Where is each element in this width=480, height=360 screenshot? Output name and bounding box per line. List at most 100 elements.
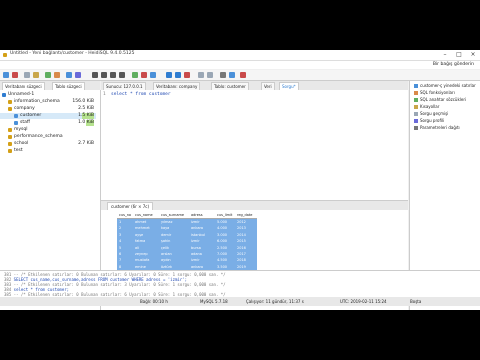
helper-item[interactable]: Sorgu profili: [414, 118, 444, 124]
helper-item[interactable]: Kısayollar: [414, 104, 439, 110]
table-cell[interactable]: kaya: [161, 225, 189, 231]
tree-node-selected[interactable]: customer 1.5 KiB: [0, 113, 96, 119]
paste-icon[interactable]: [33, 72, 39, 78]
column-header[interactable]: cus_name: [135, 212, 159, 218]
table-row[interactable]: 5 ali çelik bursa 2.500 2016: [117, 245, 257, 251]
table-row[interactable]: 6 zeynep arslan adana 7.000 2017: [117, 251, 257, 257]
export-icon[interactable]: [66, 72, 72, 78]
table-cell[interactable]: 6: [119, 251, 133, 257]
helper-item[interactable]: SQL fonksiyonları: [414, 90, 455, 96]
table-cell[interactable]: çelik: [161, 245, 189, 251]
delete-row-icon[interactable]: [141, 72, 147, 78]
tree-node[interactable]: company 2.5 KiB: [0, 106, 96, 112]
run-selection-icon[interactable]: [175, 72, 181, 78]
table-cell[interactable]: mustafa: [135, 257, 159, 263]
table-cell[interactable]: izmir: [191, 257, 215, 263]
table-cell[interactable]: 6.000: [217, 238, 235, 244]
table-cell[interactable]: bursa: [191, 245, 215, 251]
run-icon[interactable]: [166, 72, 172, 78]
table-cell[interactable]: ali: [135, 245, 159, 251]
table-cell[interactable]: 3: [119, 232, 133, 238]
tree-node[interactable]: Unnamed-1: [0, 92, 96, 98]
donate-link[interactable]: Bir bağış gönderin: [433, 62, 474, 67]
table-cell[interactable]: istanbul: [191, 232, 215, 238]
table-row[interactable]: 7 mustafa aydın izmir 4.500 2018: [117, 257, 257, 263]
table-cell[interactable]: 5.000: [217, 219, 235, 225]
table-row[interactable]: 2 mehmet kaya ankara 4.000 2013: [117, 225, 257, 231]
tree-node[interactable]: test: [0, 148, 96, 154]
table-cell[interactable]: öztürk: [161, 264, 189, 270]
table-cell[interactable]: 2015: [237, 238, 255, 244]
table-cell[interactable]: 3.500: [217, 264, 235, 270]
table-cell[interactable]: şahin: [161, 238, 189, 244]
table-cell[interactable]: yılmaz: [161, 219, 189, 225]
tree-node[interactable]: mysql: [0, 127, 96, 133]
table-cell[interactable]: zeynep: [135, 251, 159, 257]
table-cell[interactable]: ayşe: [135, 232, 159, 238]
table-cell[interactable]: izmir: [191, 238, 215, 244]
helper-item[interactable]: Sorgu geçmişi: [414, 111, 448, 117]
table-cell[interactable]: 1: [119, 219, 133, 225]
user-icon[interactable]: [54, 72, 60, 78]
maximize-icon[interactable]: □: [452, 50, 466, 60]
table-cell[interactable]: 7: [119, 257, 133, 263]
table-cell[interactable]: 2019: [237, 264, 255, 270]
tab-query[interactable]: Sorgu*: [279, 82, 299, 90]
next-icon[interactable]: [110, 72, 116, 78]
prev-icon[interactable]: [101, 72, 107, 78]
tree-node[interactable]: staff 1.0 KiB: [0, 120, 96, 126]
column-header[interactable]: cus_surname: [161, 212, 189, 218]
exit-icon[interactable]: [240, 72, 246, 78]
copy-icon[interactable]: [24, 72, 30, 78]
column-header[interactable]: cus_no: [119, 212, 133, 218]
table-cell[interactable]: 2013: [237, 225, 255, 231]
format-icon[interactable]: [198, 72, 204, 78]
tree-node[interactable]: school 2.7 KiB: [0, 141, 96, 147]
column-header[interactable]: reg_date: [237, 212, 255, 218]
refresh-icon[interactable]: [45, 72, 51, 78]
table-row[interactable]: 8 emine öztürk ankara 3.500 2019: [117, 264, 257, 270]
save-icon[interactable]: [150, 72, 156, 78]
table-cell[interactable]: 2016: [237, 245, 255, 251]
connect-icon[interactable]: [3, 72, 9, 78]
table-cell[interactable]: arslan: [161, 251, 189, 257]
table-cell[interactable]: 2: [119, 225, 133, 231]
column-header[interactable]: adress: [191, 212, 215, 218]
table-cell[interactable]: ankara: [191, 225, 215, 231]
table-cell[interactable]: aydın: [161, 257, 189, 263]
add-row-icon[interactable]: [132, 72, 138, 78]
stop-icon[interactable]: [184, 72, 190, 78]
table-cell[interactable]: demir: [161, 232, 189, 238]
column-header[interactable]: cus_limit: [217, 212, 235, 218]
sql-editor[interactable]: 1 select * from customer: [101, 90, 408, 201]
table-cell[interactable]: mehmet: [135, 225, 159, 231]
table-row[interactable]: 4 fatma şahin izmir 6.000 2015: [117, 238, 257, 244]
table-cell[interactable]: fatma: [135, 238, 159, 244]
tree-node[interactable]: performance_schema: [0, 134, 96, 140]
table-cell[interactable]: adana: [191, 251, 215, 257]
table-cell[interactable]: ankara: [191, 264, 215, 270]
table-cell[interactable]: 2017: [237, 251, 255, 257]
table-cell[interactable]: 8: [119, 264, 133, 270]
first-icon[interactable]: [92, 72, 98, 78]
disconnect-icon[interactable]: [12, 72, 18, 78]
search-icon[interactable]: [207, 72, 213, 78]
helper-item[interactable]: customer-ç yinedeki satırlar: [414, 83, 476, 89]
minimize-icon[interactable]: –: [438, 50, 452, 60]
table-cell[interactable]: 4.000: [217, 225, 235, 231]
settings-icon[interactable]: [220, 72, 226, 78]
table-cell[interactable]: 4.500: [217, 257, 235, 263]
table-row[interactable]: 3 ayşe demir istanbul 3.000 2014: [117, 232, 257, 238]
table-row[interactable]: 1 ahmet yılmaz izmir 5.000 2012: [117, 219, 257, 225]
table-cell[interactable]: 2018: [237, 257, 255, 263]
query-text[interactable]: select * from customer: [111, 92, 171, 97]
table-cell[interactable]: ahmet: [135, 219, 159, 225]
help-icon[interactable]: [229, 72, 235, 78]
table-cell[interactable]: 5: [119, 245, 133, 251]
close-icon[interactable]: ×: [466, 50, 480, 60]
import-icon[interactable]: [75, 72, 81, 78]
tree-node[interactable]: information_schema 156.0 KiB: [0, 99, 96, 105]
table-cell[interactable]: 3.000: [217, 232, 235, 238]
table-cell[interactable]: 7.000: [217, 251, 235, 257]
last-icon[interactable]: [119, 72, 125, 78]
